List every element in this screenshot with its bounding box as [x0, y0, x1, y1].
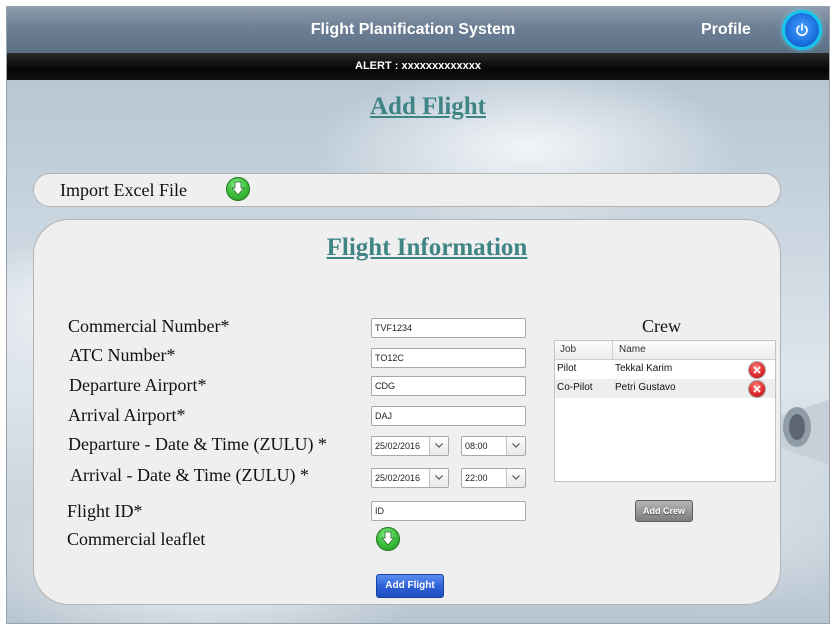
import-download-icon[interactable]	[226, 177, 250, 201]
chevron-down-icon	[429, 469, 448, 487]
import-excel-bar: Import Excel File	[33, 173, 781, 207]
chevron-down-icon	[506, 469, 525, 487]
crew-name: Petri Gustavo	[615, 382, 676, 393]
crew-job: Pilot	[557, 363, 577, 374]
departure-date-value: 25/02/2016	[375, 441, 421, 451]
crew-name: Tekkal Karim	[615, 363, 673, 374]
app-window: Flight Planification System Profile ALER…	[6, 6, 830, 624]
atc-number-label: ATC Number*	[69, 345, 176, 365]
departure-airport-input[interactable]: CDG	[371, 376, 526, 396]
import-excel-label: Import Excel File	[60, 180, 187, 200]
arrival-time-value: 22:00	[465, 473, 488, 483]
arrow-down-icon	[381, 531, 395, 546]
departure-time-select[interactable]: 08:00	[461, 436, 526, 456]
crew-row[interactable]: Pilot Tekkal Karim	[555, 360, 775, 379]
crew-table: Job Name Pilot Tekkal Karim Co-Pilot Pet…	[554, 340, 776, 482]
chevron-down-icon	[506, 437, 525, 455]
airplane-background-image	[777, 399, 829, 465]
commercial-leaflet-label: Commercial leaflet	[67, 529, 206, 549]
atc-number-input[interactable]: TO12C	[371, 348, 526, 368]
departure-date-select[interactable]: 25/02/2016	[371, 436, 449, 456]
commercial-number-label: Commercial Number*	[68, 316, 230, 336]
arrival-date-value: 25/02/2016	[375, 473, 421, 483]
arrival-datetime-label: Arrival - Date & Time (ZULU) *	[70, 465, 309, 485]
profile-link[interactable]: Profile	[701, 21, 751, 39]
column-header-job[interactable]: Job	[560, 344, 576, 355]
add-flight-button[interactable]: Add Flight	[376, 574, 444, 598]
flight-id-label: Flight ID*	[67, 501, 143, 521]
app-title: Flight Planification System	[310, 21, 516, 38]
chevron-down-icon	[429, 437, 448, 455]
flight-information-title: Flight Information	[326, 234, 528, 261]
departure-airport-label: Departure Airport*	[69, 375, 207, 395]
leaflet-download-icon[interactable]	[376, 527, 400, 551]
crew-table-header: Job Name	[555, 341, 775, 360]
commercial-number-input[interactable]: TVF1234	[371, 318, 526, 338]
top-header: Flight Planification System Profile	[7, 7, 829, 53]
flight-information-panel: Flight Information Commercial Number* TV…	[33, 219, 781, 605]
crew-row[interactable]: Co-Pilot Petri Gustavo	[555, 379, 775, 398]
departure-time-value: 08:00	[465, 441, 488, 451]
power-icon	[796, 23, 808, 36]
arrival-airport-input[interactable]: DAJ	[371, 406, 526, 426]
add-crew-button[interactable]: Add Crew	[635, 500, 693, 522]
column-header-name[interactable]: Name	[619, 344, 646, 355]
departure-datetime-label: Departure - Date & Time (ZULU) *	[68, 434, 327, 454]
arrival-time-select[interactable]: 22:00	[461, 468, 526, 488]
remove-crew-icon[interactable]	[749, 381, 765, 397]
crew-job: Co-Pilot	[557, 382, 593, 393]
alert-bar: ALERT : xxxxxxxxxxxxx	[7, 53, 829, 80]
alert-text: ALERT : xxxxxxxxxxxxx	[355, 60, 481, 72]
column-divider	[612, 341, 613, 359]
arrival-date-select[interactable]: 25/02/2016	[371, 468, 449, 488]
arrow-down-icon	[231, 181, 245, 196]
flight-id-input[interactable]: ID	[371, 501, 526, 521]
arrival-airport-label: Arrival Airport*	[68, 405, 186, 425]
crew-title: Crew	[642, 316, 681, 336]
power-button[interactable]	[785, 13, 819, 47]
page-title: Add Flight	[369, 93, 486, 120]
remove-crew-icon[interactable]	[749, 362, 765, 378]
